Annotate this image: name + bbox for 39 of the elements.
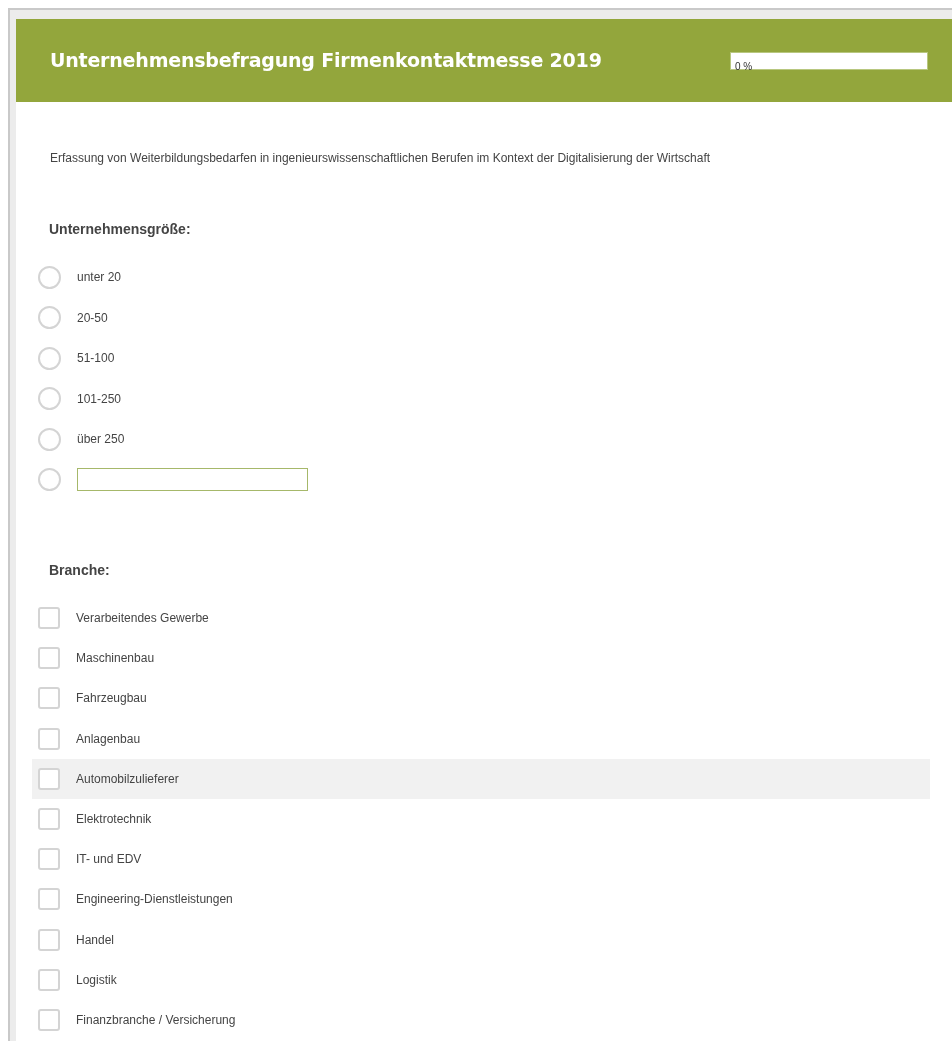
- option-label: Fahrzeugbau: [76, 690, 147, 708]
- option-label: 20-50: [77, 309, 108, 327]
- survey-description: Erfassung von Weiterbildungsbedarfen in ingenieurswissenschaftlichen Berufen im Kontext der Digitalisierung der Wirtschaft: [49, 150, 712, 167]
- checkbox[interactable]: [38, 888, 60, 911]
- option-label: Engineering-Dienstleistungen: [76, 891, 233, 909]
- checkbox[interactable]: [38, 848, 60, 871]
- option-label: Finanzbranche / Versicherung: [76, 1011, 236, 1029]
- checkbox[interactable]: [38, 968, 60, 991]
- option-label: 51-100: [77, 350, 115, 368]
- checkbox[interactable]: [38, 607, 60, 630]
- checkbox[interactable]: [38, 647, 60, 670]
- checkbox[interactable]: [38, 808, 60, 831]
- radio-button[interactable]: [38, 306, 61, 330]
- checkbox[interactable]: [38, 1008, 60, 1031]
- checkbox[interactable]: [38, 767, 60, 790]
- survey-title: Unternehmensbefragung Firmenkontaktmesse 2019: [50, 48, 602, 74]
- checkbox[interactable]: [38, 727, 60, 750]
- option-label: über 250: [77, 431, 125, 449]
- progress-label: 0 %: [734, 60, 753, 72]
- option-label: Maschinenbau: [76, 650, 155, 668]
- option-label: Handel: [76, 931, 115, 949]
- option-label: Logistik: [76, 971, 117, 989]
- option-label: Elektrotechnik: [76, 811, 152, 829]
- question-title: Branche:: [48, 561, 111, 580]
- question-title: Unternehmensgröße:: [48, 220, 192, 239]
- option-label: IT- und EDV: [76, 851, 142, 869]
- radio-button[interactable]: [38, 346, 61, 370]
- radio-button[interactable]: [38, 265, 61, 289]
- option-label: unter 20: [77, 269, 122, 287]
- radio-button[interactable]: [38, 427, 61, 451]
- radio-button[interactable]: [38, 468, 61, 492]
- radio-button[interactable]: [38, 387, 61, 411]
- option-label: Anlagenbau: [76, 730, 141, 748]
- option-label: Verarbeitendes Gewerbe: [76, 610, 209, 628]
- other-input-field[interactable]: [77, 468, 308, 492]
- option-label: Automobilzulieferer: [76, 770, 179, 788]
- checkbox[interactable]: [38, 687, 60, 710]
- checkbox[interactable]: [38, 928, 60, 951]
- option-label: 101-250: [77, 390, 122, 408]
